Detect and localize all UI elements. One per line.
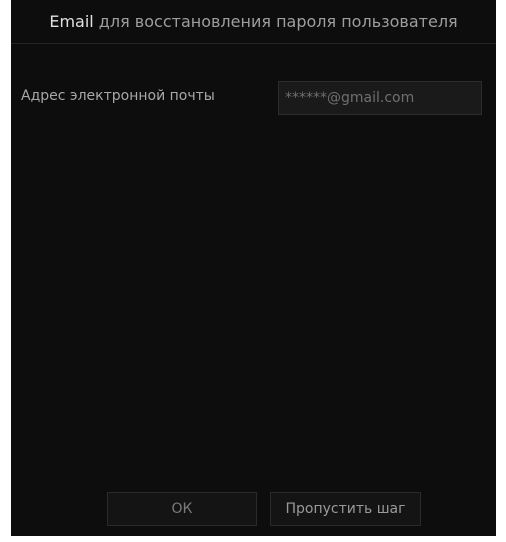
ok-button[interactable]: ОК	[107, 492, 257, 526]
email-label: Адрес электронной почты	[21, 88, 215, 104]
skip-step-button[interactable]: Пропустить шаг	[270, 492, 421, 526]
dialog-title-rest: для восстановления пароля пользователя	[93, 12, 458, 31]
dialog-title-bar: Email для восстановления пароля пользова…	[11, 0, 496, 44]
dialog-title: Email для восстановления пароля пользова…	[49, 12, 457, 31]
email-input[interactable]	[278, 81, 482, 115]
dialog-title-email: Email	[49, 12, 94, 31]
email-recovery-dialog: Email для восстановления пароля пользова…	[11, 0, 496, 536]
